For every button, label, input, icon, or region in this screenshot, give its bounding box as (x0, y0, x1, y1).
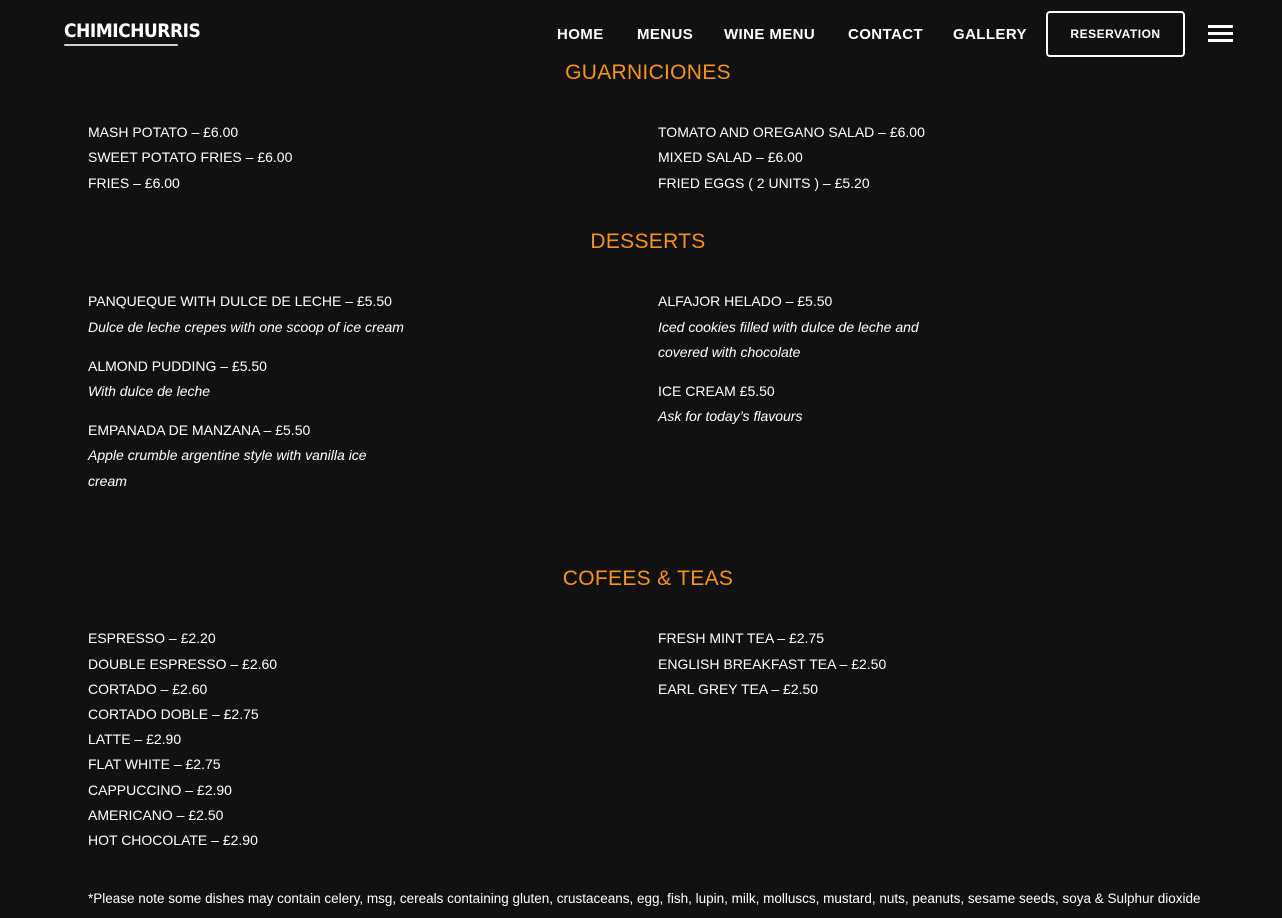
menu-item: ENGLISH BREAKFAST TEA – £2.50 (658, 656, 887, 672)
menu-item: EARL GREY TEA – £2.50 (658, 681, 819, 697)
nav-wine-menu[interactable]: WINE MENU (724, 26, 815, 43)
dessert-description: covered with chocolate (658, 344, 801, 360)
menu-item: DOUBLE ESPRESSO – £2.60 (88, 656, 278, 672)
menu-item: CORTADO – £2.60 (88, 681, 208, 697)
dessert-name: ICE CREAM £5.50 (658, 383, 775, 399)
menu-item: FLAT WHITE – £2.75 (88, 756, 221, 772)
menu-item: LATTE – £2.90 (88, 731, 182, 747)
menu-item: FRIED EGGS ( 2 UNITS ) – £5.20 (658, 175, 870, 191)
menu-item: TOMATO AND OREGANO SALAD – £6.00 (658, 124, 925, 140)
menu-item: AMERICANO – £2.50 (88, 807, 224, 823)
menu-item: SWEET POTATO FRIES – £6.00 (88, 149, 293, 165)
dessert-description: Ask for today’s flavours (658, 408, 803, 424)
menu-item: CORTADO DOBLE – £2.75 (88, 706, 259, 722)
section-title-coffees-teas: COFEES & TEAS (562, 567, 734, 590)
logo[interactable]: CHIMICHURRIS (64, 20, 201, 42)
menu-item: CAPPUCCINO – £2.90 (88, 782, 232, 798)
dessert-description: With dulce de leche (88, 383, 211, 399)
menu-item: MASH POTATO – £6.00 (88, 124, 239, 140)
dessert-description: Apple crumble argentine style with vanil… (88, 447, 367, 463)
dessert-description: Iced cookies filled with dulce de leche … (658, 319, 919, 335)
nav-menus[interactable]: MENUS (637, 26, 693, 43)
nav-contact[interactable]: CONTACT (848, 26, 923, 43)
dessert-name: ALMOND PUDDING – £5.50 (88, 358, 267, 374)
menu-item: HOT CHOCOLATE – £2.90 (88, 832, 258, 848)
menu-item: MIXED SALAD – £6.00 (658, 149, 803, 165)
reservation-button[interactable]: RESERVATION (1046, 11, 1185, 57)
dessert-name: PANQUEQUE WITH DULCE DE LECHE – £5.50 (88, 293, 392, 309)
section-title-desserts: DESSERTS (590, 230, 706, 253)
hamburger-menu-icon[interactable] (1208, 25, 1234, 43)
site-header: CHIMICHURRIS HOME MENUS WINE MENU CONTAC… (0, 0, 1282, 66)
menu-item: FRIES – £6.00 (88, 175, 180, 191)
section-title-guarniciones: GUARNICIONES (565, 61, 731, 84)
dessert-name: ALFAJOR HELADO – £5.50 (658, 293, 833, 309)
dessert-name: EMPANADA DE MANZANA – £5.50 (88, 422, 311, 438)
allergen-footnote: *Please note some dishes may contain cel… (88, 891, 1201, 906)
nav-home[interactable]: HOME (557, 26, 604, 43)
menu-item: ESPRESSO – £2.20 (88, 630, 216, 646)
dessert-description: cream (88, 473, 127, 489)
dessert-description: Dulce de leche crepes with one scoop of … (88, 319, 404, 335)
logo-underline (64, 44, 178, 46)
menu-item: FRESH MINT TEA – £2.75 (658, 630, 824, 646)
nav-gallery[interactable]: GALLERY (953, 26, 1027, 43)
